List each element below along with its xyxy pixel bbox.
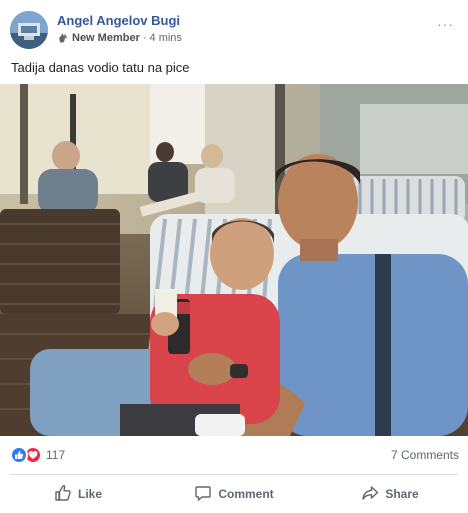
thumbs-up-outline-icon (54, 484, 72, 505)
meta-separator: · (142, 32, 147, 44)
post-text: Tadija danas vodio tatu na pice (11, 60, 190, 75)
like-label: Like (77, 487, 102, 501)
new-member-wave-icon (57, 32, 69, 44)
post-photo[interactable] (0, 84, 468, 436)
author-name[interactable]: Angel Angelov Bugi (57, 13, 180, 28)
share-arrow-icon (361, 484, 379, 505)
post-actions: Like Comment Share (0, 480, 468, 508)
feed-post: Angel Angelov Bugi New Member · 4 mins ·… (0, 0, 468, 513)
share-button[interactable]: Share (312, 480, 468, 508)
author-avatar[interactable] (10, 11, 48, 49)
thumbs-up-icon (10, 446, 28, 464)
speech-bubble-icon (194, 484, 212, 505)
reaction-summary[interactable]: 117 (10, 446, 65, 464)
post-time[interactable]: 4 mins (150, 32, 182, 44)
post-meta: New Member · 4 mins (57, 32, 182, 44)
reaction-count[interactable]: 117 (46, 448, 65, 462)
comment-button[interactable]: Comment (156, 480, 312, 508)
action-divider (10, 474, 458, 475)
share-label: Share (385, 487, 419, 501)
member-badge[interactable]: New Member (72, 32, 140, 44)
more-options-icon[interactable]: ··· (437, 16, 454, 32)
comments-count[interactable]: 7 Comments (391, 448, 459, 462)
like-button[interactable]: Like (0, 480, 156, 508)
comment-label: Comment (218, 487, 274, 501)
